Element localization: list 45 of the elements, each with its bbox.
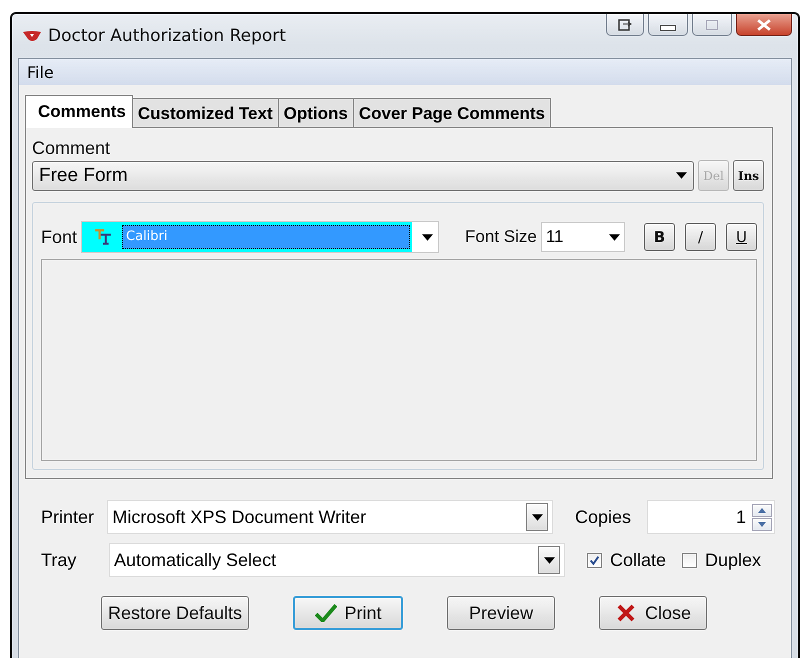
check-icon (314, 604, 337, 622)
maximize-button[interactable] (692, 14, 732, 36)
minimize-button[interactable] (648, 14, 688, 36)
tab[interactable]: Options (278, 98, 354, 127)
minimize-icon (660, 24, 676, 30)
copies-spinner[interactable]: 1 (647, 500, 775, 534)
tab[interactable]: Comments (25, 95, 133, 128)
close-icon (757, 18, 771, 30)
format-button[interactable]: U (726, 223, 757, 251)
menu-item[interactable]: File (23, 62, 58, 82)
dialog-button[interactable]: Restore Defaults (101, 596, 250, 630)
comment-label: Comment (32, 138, 112, 159)
dialog-button[interactable]: Print (293, 596, 404, 630)
window-control-button[interactable] (606, 14, 644, 36)
cross-icon (615, 604, 638, 622)
font-label: Font (41, 226, 78, 248)
font-size-dropdown[interactable]: 11 (540, 222, 625, 252)
format-button[interactable]: / (685, 223, 716, 251)
checkbox-label: Collate (610, 550, 666, 570)
printer-label: Printer (41, 506, 96, 528)
checkbox-label: Duplex (705, 550, 762, 570)
caret-icon (422, 234, 434, 240)
caret-icon (608, 234, 620, 240)
comment-action-button[interactable]: Ins (733, 160, 764, 191)
tray-dropdown[interactable]: Automatically Select (109, 543, 565, 577)
tray-label: Tray (41, 550, 78, 570)
checkbox[interactable] (682, 552, 698, 568)
app-logo-icon (22, 29, 42, 43)
printer-dropdown[interactable]: Microsoft XPS Document Writer (107, 500, 553, 534)
comment-dropdown[interactable]: Free Form (32, 160, 694, 190)
tab[interactable]: Customized Text (132, 98, 279, 127)
window-title: Doctor Authorization Report (48, 26, 286, 46)
caret-icon (544, 556, 554, 564)
caret-icon (532, 514, 542, 520)
caret-icon (676, 172, 687, 179)
format-button[interactable]: B (644, 223, 675, 251)
tab[interactable]: Cover Page Comments (352, 98, 551, 127)
maximize-icon (706, 20, 718, 30)
dialog-button[interactable]: Preview (447, 596, 556, 630)
font-size-label: Font Size (465, 227, 537, 247)
dialog-button[interactable]: Close (599, 596, 708, 630)
font-type-icon (94, 229, 112, 245)
close-button[interactable] (736, 14, 792, 36)
copies-label: Copies (575, 506, 632, 528)
checkbox[interactable] (587, 552, 602, 568)
